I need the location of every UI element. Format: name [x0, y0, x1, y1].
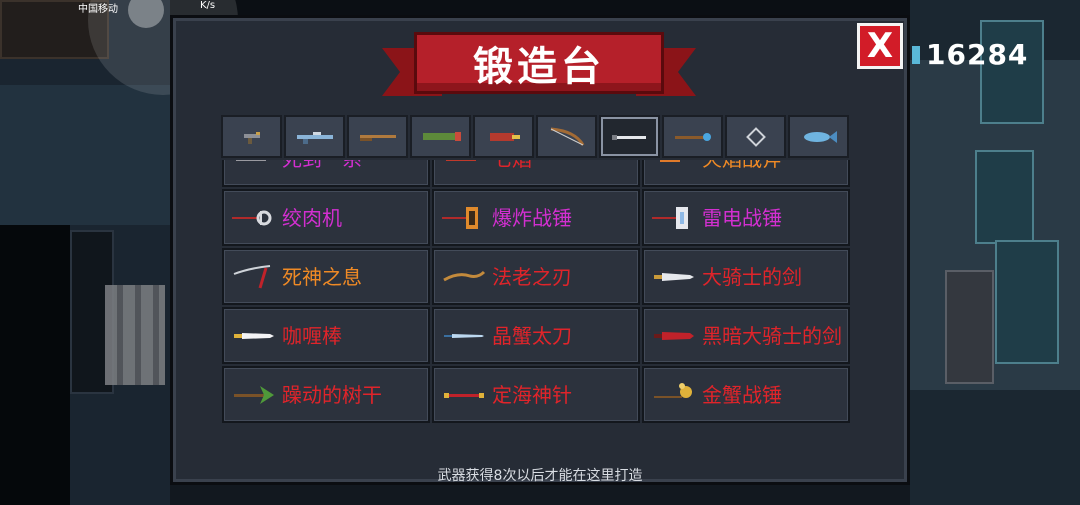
laser-gun-icon: [489, 132, 520, 141]
bow-icon: [550, 127, 584, 146]
tab-bow[interactable]: [536, 115, 597, 158]
golden-staff-icon: [444, 392, 484, 398]
weapon-card[interactable]: 七焰: [432, 160, 640, 187]
weapon-card[interactable]: 晶蟹太刀: [432, 307, 640, 364]
weapon-name: 七焰: [492, 160, 532, 170]
pistol-icon: [243, 131, 260, 144]
coin-count: 16284: [926, 38, 1029, 71]
forge-title-banner: 锻造台: [382, 30, 696, 102]
weapon-card[interactable]: 定海神针: [432, 366, 640, 423]
staff-icon: [674, 132, 711, 141]
weapon-name: 定海神针: [492, 382, 572, 407]
weapon-name: 大骑士的剑: [702, 264, 802, 289]
game-background-bottom: [170, 485, 910, 505]
weapon-name: 绞肉机: [282, 205, 342, 230]
weapon-name: 火焰战斧: [702, 160, 782, 170]
weapon-card[interactable]: 咖喱棒: [222, 307, 430, 364]
weapon-name: 晶蟹太刀: [492, 323, 572, 348]
tree-trunk-icon: [234, 385, 274, 404]
knight-sword-icon: [654, 272, 694, 281]
weapon-icon: [236, 160, 266, 161]
weapon-card[interactable]: 雷电战锤: [642, 189, 850, 246]
weapon-card[interactable]: 躁动的树干: [222, 366, 430, 423]
tab-sword[interactable]: [599, 115, 660, 158]
game-background-right: [910, 0, 1080, 505]
weapon-name: 黑暗大骑士的剑: [702, 323, 842, 348]
status-bar: 中国移动 K/s: [78, 0, 216, 15]
weapon-card[interactable]: 法老之刃: [432, 248, 640, 305]
banner-body: 锻造台: [414, 32, 664, 94]
tab-rifle[interactable]: [284, 115, 345, 158]
crystal-katana-icon: [444, 333, 484, 338]
close-button[interactable]: X: [857, 23, 903, 69]
coin-counter: 16284: [912, 38, 1028, 71]
weapon-list[interactable]: 死到一系 七焰 火焰战斧 绞肉机 爆炸战锤 雷电战锤 死神之息: [222, 160, 856, 430]
tab-shuriken[interactable]: [725, 115, 786, 158]
weapon-name: 金蟹战锤: [702, 382, 782, 407]
dark-knight-sword-icon: [654, 331, 694, 340]
weapon-card[interactable]: 死到一系: [222, 160, 430, 187]
weapon-name: 死神之息: [282, 264, 362, 289]
tab-launcher[interactable]: [410, 115, 471, 158]
weapon-name: 法老之刃: [492, 264, 572, 289]
weapon-name: 死到一系: [282, 160, 362, 170]
tab-shotgun[interactable]: [347, 115, 408, 158]
sword-icon: [611, 134, 646, 140]
weapon-name: 雷电战锤: [702, 205, 782, 230]
weapon-name: 躁动的树干: [282, 382, 382, 407]
meat-grinder-icon: [232, 210, 272, 225]
curry-stick-icon: [234, 332, 274, 339]
weapon-card[interactable]: 黑暗大骑士的剑: [642, 307, 850, 364]
thunder-hammer-icon: [652, 206, 688, 229]
network-speed: K/s: [200, 0, 216, 11]
scythe-icon: [233, 264, 271, 288]
rifle-icon: [296, 131, 333, 144]
shotgun-icon: [359, 134, 396, 141]
tab-fish[interactable]: [788, 115, 849, 158]
fish-icon: [803, 130, 837, 143]
weapon-icon: [446, 160, 476, 161]
forge-title: 锻造台: [473, 44, 605, 90]
tab-laser[interactable]: [473, 115, 534, 158]
weapon-card[interactable]: 大骑士的剑: [642, 248, 850, 305]
machine-crate: [995, 240, 1059, 364]
weapon-card[interactable]: 火焰战斧: [642, 160, 850, 187]
weapon-grid: 死到一系 七焰 火焰战斧 绞肉机 爆炸战锤 雷电战锤 死神之息: [222, 160, 850, 423]
gold-crab-hammer-icon: [654, 382, 692, 398]
floor-tiles: [0, 85, 170, 225]
weapon-name: 爆炸战锤: [492, 205, 572, 230]
dark-area: [0, 225, 70, 505]
carrier-label: 中国移动: [78, 4, 118, 15]
weapon-category-tabs: [221, 115, 849, 158]
machine-crate: [980, 20, 1044, 124]
forge-footer-note: 武器获得8次以后才能在这里打造: [437, 468, 643, 484]
launcher-icon: [422, 131, 461, 141]
shuriken-icon: [745, 126, 766, 147]
weapon-name: 咖喱棒: [282, 323, 342, 348]
pharaoh-blade-icon: [443, 270, 486, 281]
machine-crate: [975, 150, 1034, 244]
weapon-card[interactable]: 绞肉机: [222, 189, 430, 246]
tab-pistol[interactable]: [221, 115, 282, 158]
weapon-card[interactable]: 死神之息: [222, 248, 430, 305]
weapon-card[interactable]: 金蟹战锤: [642, 366, 850, 423]
explosive-hammer-icon: [442, 206, 478, 229]
gem-icon: [912, 45, 920, 64]
gas-cylinders: [105, 285, 165, 385]
weapon-card[interactable]: 爆炸战锤: [432, 189, 640, 246]
close-icon: X: [866, 26, 894, 66]
weapon-icon: [660, 160, 680, 162]
forge-machine: [945, 270, 994, 384]
tab-staff[interactable]: [662, 115, 723, 158]
